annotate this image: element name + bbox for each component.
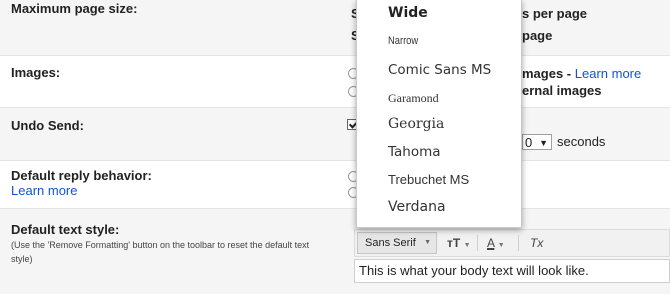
chevron-down-icon: ▼: [424, 239, 431, 246]
font-family-menu: Wide Narrow Comic Sans MS Garamond Georg…: [356, 0, 522, 228]
toolbar-divider: [518, 235, 519, 251]
images-opt1-text: mages -: [522, 66, 575, 81]
images-opt1: mages - Learn more: [522, 66, 641, 81]
reply-behavior-row: Default reply behavior: Learn more: [0, 161, 670, 209]
font-menu-item-narrow[interactable]: Narrow: [388, 35, 418, 47]
images-row: Images: mages - Learn more ernal images: [0, 56, 670, 108]
text-color-icon[interactable]: A ▼: [487, 234, 505, 252]
font-menu-item-trebuchet[interactable]: Trebuchet MS: [388, 172, 469, 187]
font-size-icon[interactable]: тT ▼: [447, 234, 471, 252]
font-menu-item-garamond[interactable]: Garamond: [388, 91, 439, 106]
undo-send-seconds-select[interactable]: 0 ▼: [522, 134, 552, 150]
text-style-label: Default text style:: [11, 222, 120, 237]
font-menu-item-georgia[interactable]: Georgia: [388, 116, 444, 132]
text-style-preview: This is what your body text will look li…: [354, 259, 670, 283]
font-menu-item-tahoma[interactable]: Tahoma: [388, 144, 441, 160]
font-menu-item-wide[interactable]: Wide: [388, 5, 428, 21]
max-page-size-line1-suffix: s per page: [522, 6, 588, 21]
max-page-size-label: Maximum page size:: [11, 1, 138, 16]
reply-behavior-learn-more-link[interactable]: Learn more: [11, 183, 77, 198]
chevron-down-icon: ▼: [539, 138, 548, 148]
font-family-button[interactable]: Sans Serif ▼: [357, 232, 437, 254]
undo-send-seconds-label: seconds: [557, 134, 606, 149]
max-page-size-row: Maximum page size: S s per page S page: [0, 0, 670, 56]
font-menu-item-comic-sans[interactable]: Comic Sans MS: [388, 62, 491, 78]
images-learn-more-link[interactable]: Learn more: [575, 66, 641, 81]
undo-send-row: Undo Send: 0 ▼ seconds: [0, 108, 670, 161]
font-menu-item-verdana[interactable]: Verdana: [388, 199, 446, 215]
font-size-icon-text: тT: [447, 236, 461, 250]
undo-send-label: Undo Send:: [11, 118, 84, 133]
formatting-toolbar: Sans Serif ▼ тT ▼ A ▼ Tx: [354, 229, 670, 257]
undo-send-seconds-value: 0: [525, 135, 533, 150]
text-style-help: (Use the 'Remove Formatting' button on t…: [11, 240, 310, 264]
remove-formatting-icon-text: Tx: [530, 236, 544, 250]
remove-formatting-icon[interactable]: Tx: [530, 234, 543, 252]
max-page-size-line2-suffix: page: [522, 28, 553, 43]
chevron-down-icon: ▼: [497, 242, 505, 249]
images-label: Images:: [11, 65, 61, 80]
text-color-icon-text: A: [487, 236, 495, 250]
reply-behavior-label: Default reply behavior:: [11, 168, 152, 183]
font-family-label: Sans Serif: [365, 237, 416, 249]
images-opt2-text: ernal images: [522, 83, 602, 98]
chevron-down-icon: ▼: [463, 242, 471, 249]
toolbar-divider: [477, 235, 478, 251]
